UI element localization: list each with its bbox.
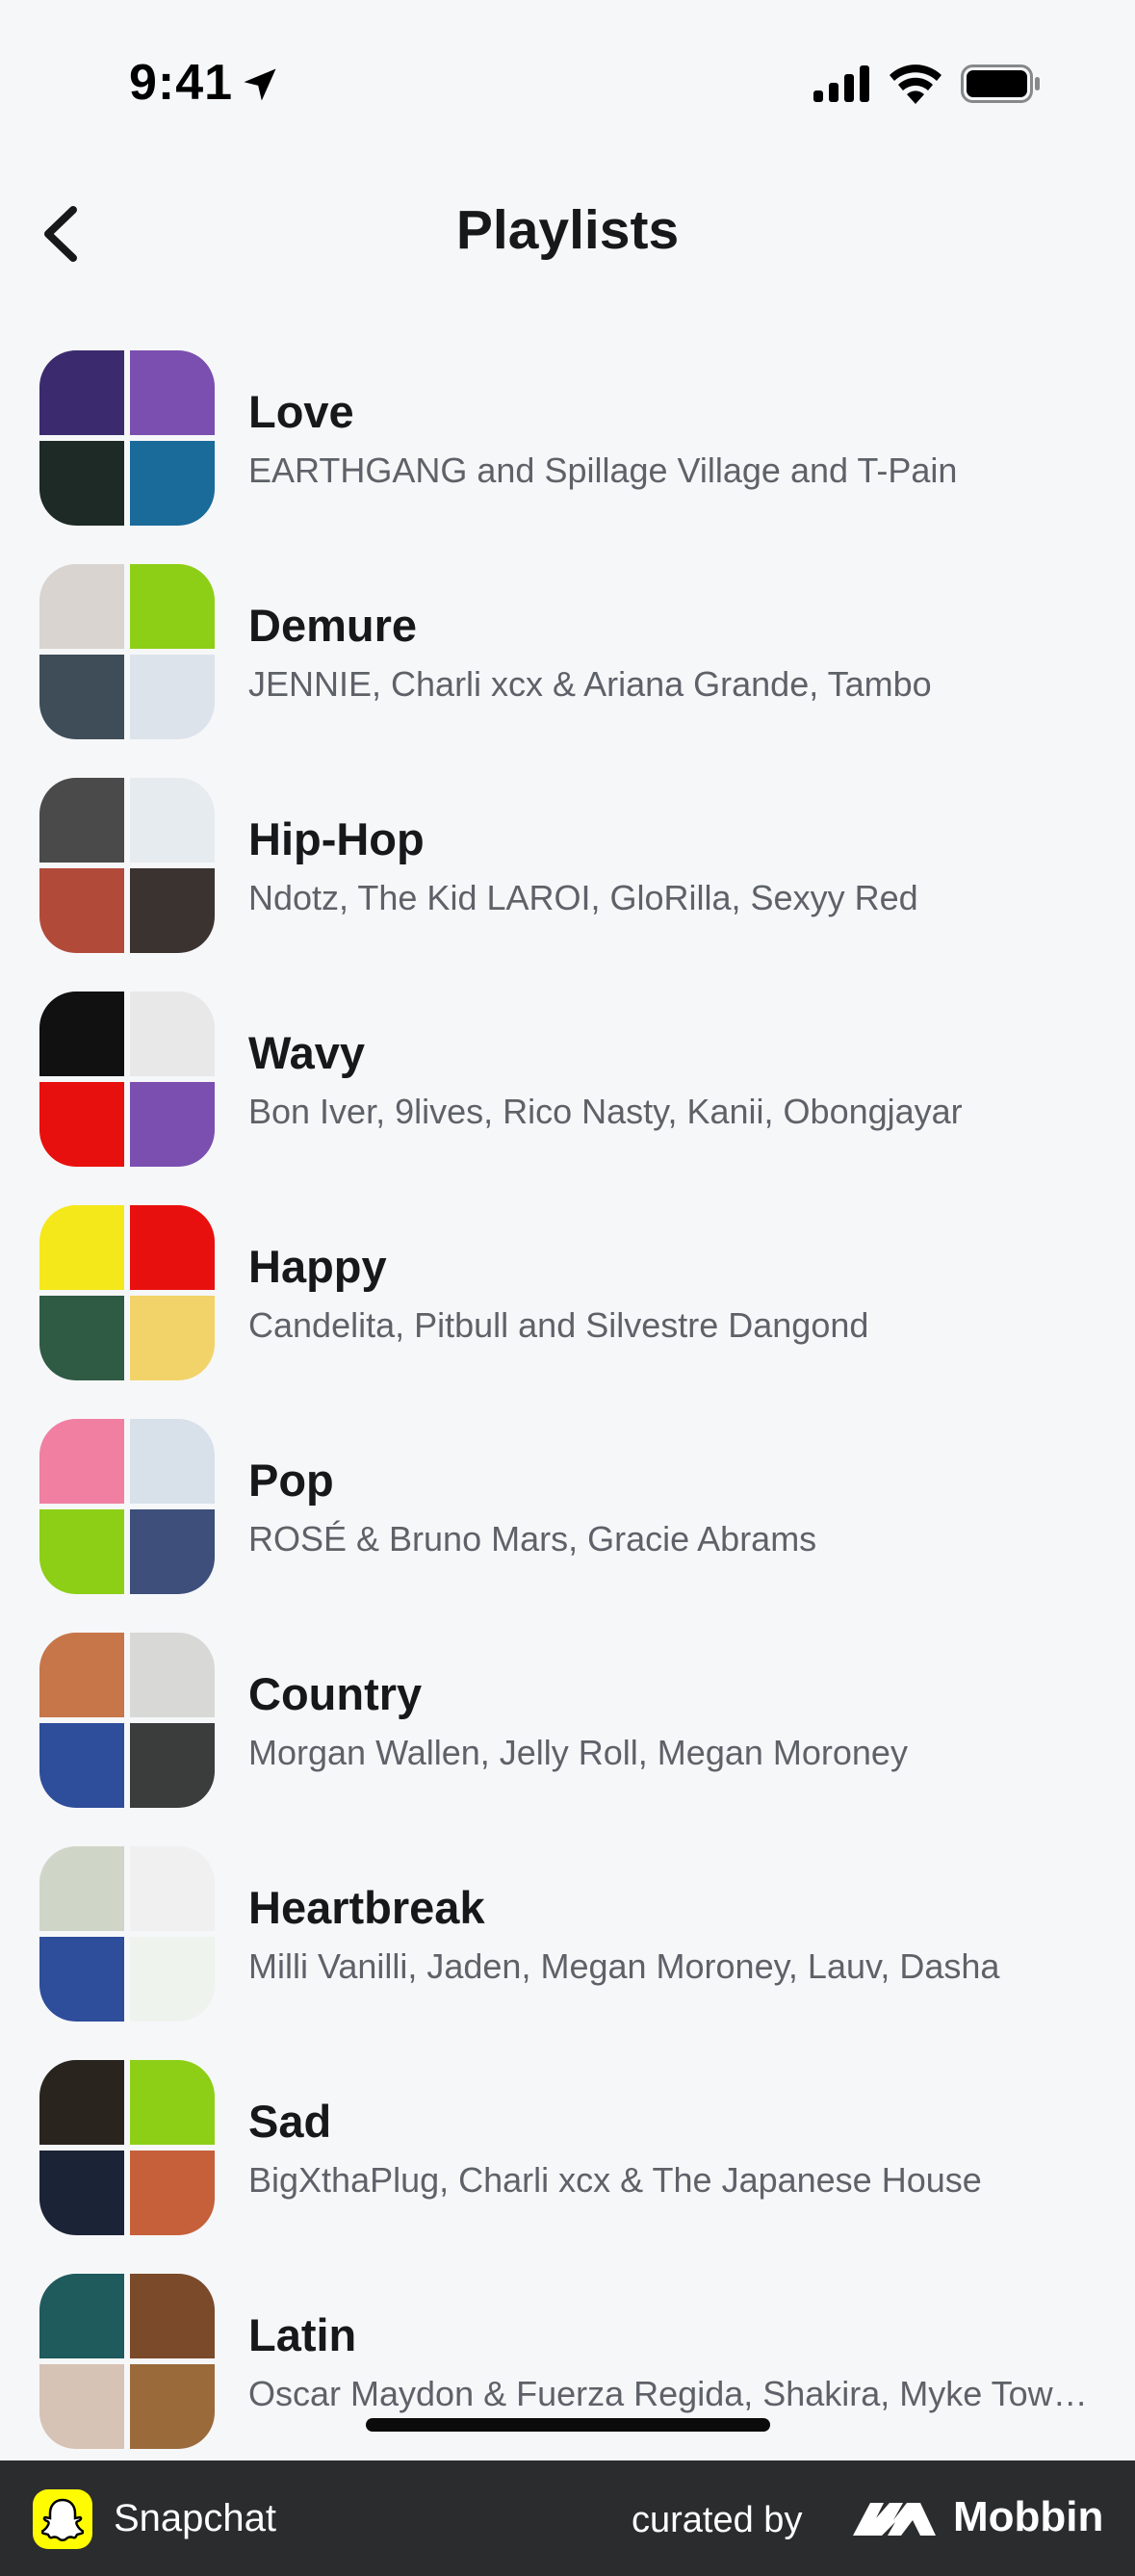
playlist-title: Love [248, 386, 354, 437]
album-cover-tile [39, 1082, 124, 1167]
album-cover-tile [130, 2364, 215, 2449]
album-cover-tile [39, 564, 124, 649]
playlist-artists: EARTHGANG and Spillage Village and T-Pai… [248, 451, 958, 490]
status-time: 9:41 [129, 55, 234, 111]
playlist-title: Latin [248, 2309, 357, 2360]
album-cover-tile [130, 992, 215, 1076]
album-cover-tile [39, 2364, 124, 2449]
playlist-row[interactable]: Happy Candelita, Pitbull and Silvestre Da… [0, 1198, 1135, 1411]
playlist-artists: Morgan Wallen, Jelly Roll, Megan Moroney [248, 1733, 908, 1772]
playlist-row[interactable]: Pop ROSÉ & Bruno Mars, Gracie Abrams [0, 1411, 1135, 1625]
album-cover-tile [130, 564, 215, 649]
album-cover-tile [130, 655, 215, 739]
album-cover-tile [130, 1723, 215, 1808]
playlist-artwork [39, 2060, 215, 2235]
location-arrow-icon [244, 68, 276, 101]
playlist-artwork [39, 1846, 215, 2022]
playlist-row[interactable]: Demure JENNIE, Charli xcx & Ariana Grande… [0, 556, 1135, 770]
playlist-title: Pop [248, 1455, 334, 1506]
playlist-artwork [39, 564, 215, 739]
playlist-title: Happy [248, 1241, 387, 1292]
playlist-title: Wavy [248, 1027, 366, 1078]
playlist-artwork [39, 992, 215, 1167]
album-cover-tile [130, 1509, 215, 1594]
playlist-title: Hip-Hop [248, 813, 425, 864]
playlist-title: Heartbreak [248, 1882, 485, 1933]
album-cover-tile [39, 441, 124, 526]
playlist-artwork [39, 778, 215, 953]
home-indicator [366, 2418, 770, 2432]
playlist-artists: BigXthaPlug, Charli xcx & The Japanese H… [248, 2160, 982, 2200]
screen: 9:41 Playlists Love EARTHGANG and Spillag… [0, 0, 1135, 2576]
mobbin-brand: Mobbin [953, 2493, 1104, 2540]
album-cover-tile [39, 655, 124, 739]
album-cover-tile [130, 2151, 215, 2235]
album-cover-tile [39, 992, 124, 1076]
playlist-artwork [39, 2274, 215, 2449]
playlist-artists: Bon Iver, 9lives, Rico Nasty, Kanii, Obo… [248, 1092, 963, 1131]
battery-icon [961, 64, 1040, 103]
album-cover-tile [130, 1419, 215, 1504]
playlist-row[interactable]: Heartbreak Milli Vanilli, Jaden, Megan Mo… [0, 1839, 1135, 2052]
album-cover-tile [130, 441, 215, 526]
album-cover-tile [39, 1205, 124, 1290]
album-cover-tile [130, 1633, 215, 1717]
playlist-row[interactable]: Hip-Hop Ndotz, The Kid LAROI, GloRilla, S… [0, 770, 1135, 984]
album-cover-tile [130, 1082, 215, 1167]
album-cover-tile [130, 1937, 215, 2022]
album-cover-tile [130, 778, 215, 863]
mobbin-logo-icon [853, 2503, 936, 2536]
wifi-icon [890, 64, 942, 104]
album-cover-tile [39, 868, 124, 953]
album-cover-tile [130, 1205, 215, 1290]
page-title: Playlists [455, 199, 680, 261]
snapchat-logo-icon [33, 2489, 92, 2549]
playlist-row[interactable]: Wavy Bon Iver, 9lives, Rico Nasty, Kanii,… [0, 984, 1135, 1198]
playlist-row[interactable]: Love EARTHGANG and Spillage Village and T… [0, 343, 1135, 556]
playlist-title: Country [248, 1668, 423, 1719]
album-cover-tile [130, 2060, 215, 2145]
playlist-row[interactable]: Latin Oscar Maydon & Fuerza Regida, Shaki… [0, 2266, 1135, 2480]
playlist-artists: Candelita, Pitbull and Silvestre Dangond [248, 1305, 869, 1345]
playlist-artwork [39, 1633, 215, 1808]
footer-bar: Snapchat curated by Mobbin [0, 2460, 1135, 2576]
playlist-artwork [39, 1205, 215, 1380]
playlist-artists: JENNIE, Charli xcx & Ariana Grande, Tamb… [248, 664, 932, 704]
header: Playlists [0, 173, 1135, 289]
playlist-artists: Milli Vanilli, Jaden, Megan Moroney, Lau… [248, 1946, 1000, 1986]
album-cover-tile [39, 1509, 124, 1594]
playlist-artists: Oscar Maydon & Fuerza Regida, Shakira, M… [248, 2374, 1096, 2413]
album-cover-tile [130, 2274, 215, 2358]
curated-by-label: curated by [632, 2500, 803, 2540]
album-cover-tile [39, 350, 124, 435]
playlist-artwork [39, 1419, 215, 1594]
playlist-row[interactable]: Country Morgan Wallen, Jelly Roll, Megan … [0, 1625, 1135, 1839]
album-cover-tile [39, 1296, 124, 1380]
album-cover-tile [39, 2151, 124, 2235]
playlist-row[interactable]: Sad BigXthaPlug, Charli xcx & The Japanes… [0, 2052, 1135, 2266]
album-cover-tile [39, 778, 124, 863]
playlist-list: Love EARTHGANG and Spillage Village and T… [0, 343, 1135, 2480]
album-cover-tile [130, 1846, 215, 1931]
status-bar: 9:41 [0, 0, 1135, 164]
album-cover-tile [130, 1296, 215, 1380]
playlist-title: Demure [248, 600, 418, 651]
album-cover-tile [39, 1937, 124, 2022]
signal-icon [813, 65, 869, 102]
album-cover-tile [39, 1633, 124, 1717]
playlist-title: Sad [248, 2096, 332, 2147]
album-cover-tile [39, 2274, 124, 2358]
playlist-artwork [39, 350, 215, 526]
album-cover-tile [39, 2060, 124, 2145]
album-cover-tile [130, 350, 215, 435]
app-name: Snapchat [114, 2497, 277, 2539]
album-cover-tile [39, 1419, 124, 1504]
album-cover-tile [39, 1846, 124, 1931]
album-cover-tile [39, 1723, 124, 1808]
album-cover-tile [130, 868, 215, 953]
playlist-artists: ROSÉ & Bruno Mars, Gracie Abrams [248, 1519, 817, 1558]
playlist-artists: Ndotz, The Kid LAROI, GloRilla, Sexyy Re… [248, 878, 918, 917]
